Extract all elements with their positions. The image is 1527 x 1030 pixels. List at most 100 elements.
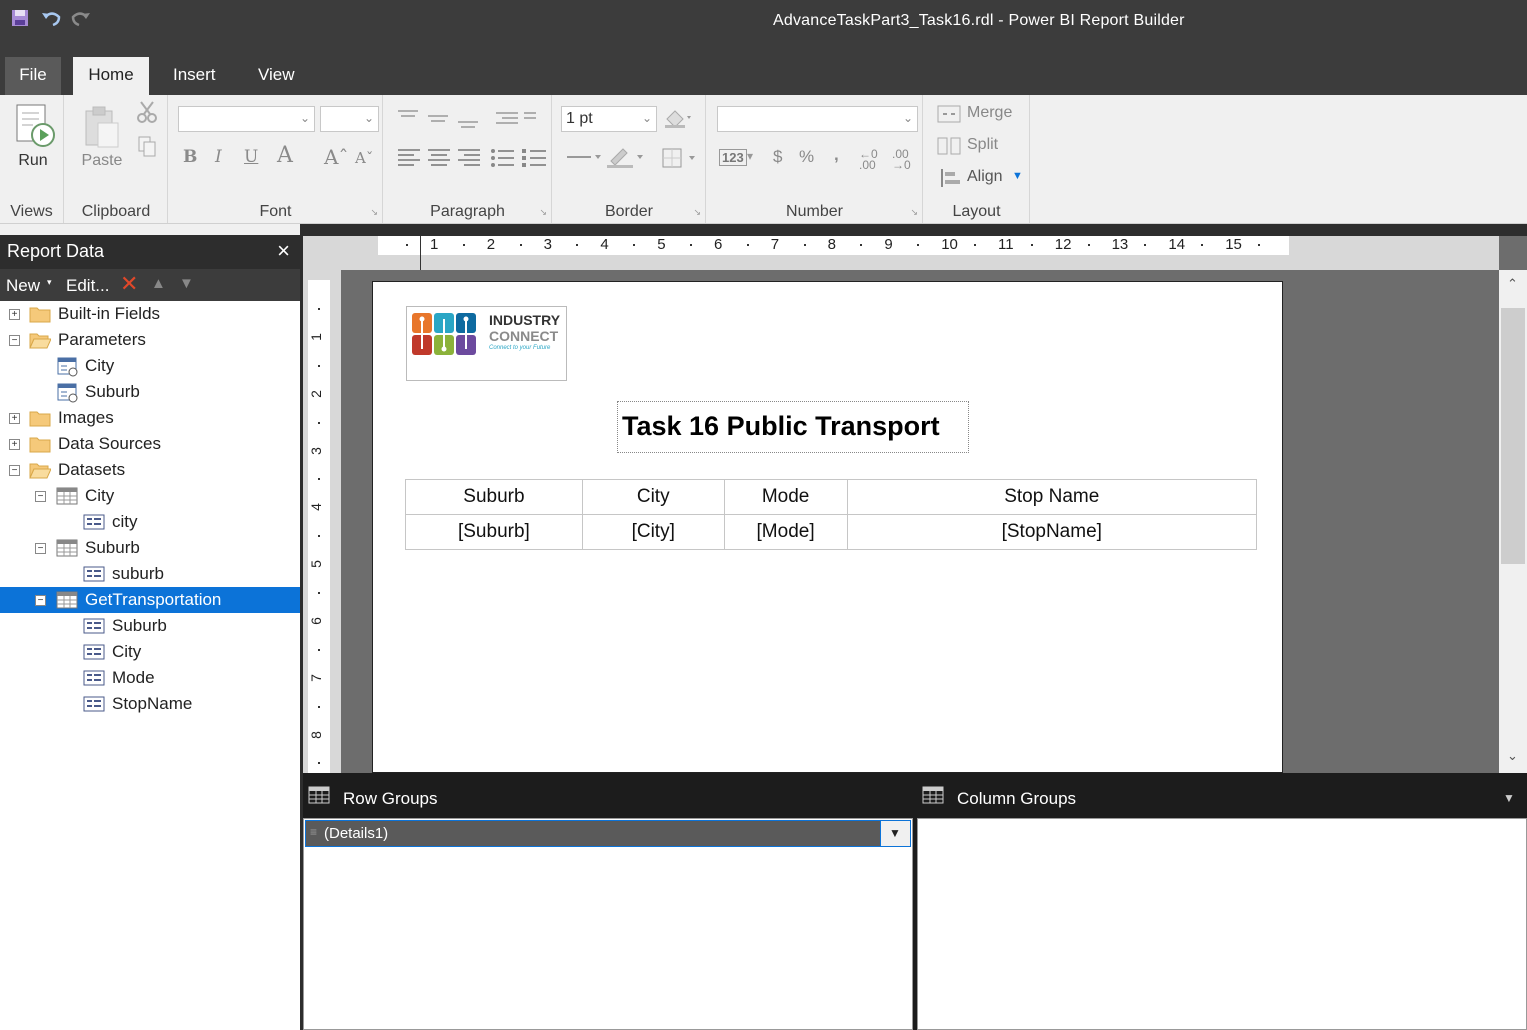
dialog-launcher-icon[interactable]: ↘	[693, 207, 701, 218]
tree-item-data-sources[interactable]: + Data Sources	[0, 431, 300, 457]
collapse-icon[interactable]: −	[35, 491, 46, 502]
border-icon[interactable]	[661, 147, 701, 174]
table-header-cell[interactable]: Stop Name	[846, 479, 1258, 515]
collapse-icon[interactable]: −	[9, 335, 20, 346]
tree-item-dataset-gettransportation[interactable]: − GetTransportation	[0, 587, 300, 613]
tree-item-field-city[interactable]: city	[0, 509, 300, 535]
title-bar: AdvanceTaskPart3_Task16.rdl - Power BI R…	[0, 0, 1527, 44]
percent-icon[interactable]: %	[799, 147, 814, 167]
comma-icon[interactable]: ,	[834, 145, 839, 165]
tree-item-parameters[interactable]: − Parameters	[0, 327, 300, 353]
tree-item-field-suburb[interactable]: suburb	[0, 561, 300, 587]
expand-icon[interactable]: +	[9, 439, 20, 450]
tree-item-field-suburb[interactable]: Suburb	[0, 613, 300, 639]
tree-item-parameter-city[interactable]: City	[0, 353, 300, 379]
tree-item-field-city[interactable]: City	[0, 639, 300, 665]
paste-button[interactable]: Paste	[77, 103, 127, 170]
bold-icon[interactable]: B	[183, 147, 197, 167]
expand-icon[interactable]: +	[9, 413, 20, 424]
align-icon	[941, 169, 960, 187]
vertical-scrollbar[interactable]: ⌃ ⌄	[1499, 270, 1527, 773]
table-field-cell[interactable]: [City]	[581, 514, 725, 550]
tree-item-label: Suburb	[85, 382, 140, 401]
scroll-down-icon[interactable]: ⌄	[1507, 748, 1518, 764]
run-icon	[16, 104, 55, 147]
report-title-textbox[interactable]: Task 16 Public Transport	[617, 401, 969, 453]
shrink-font-icon[interactable]: Aˇ	[355, 149, 373, 167]
move-down-icon[interactable]: ▼	[179, 275, 194, 292]
collapse-icon[interactable]: −	[35, 595, 46, 606]
move-up-icon[interactable]: ▲	[151, 275, 166, 292]
table-header-cell[interactable]: Suburb	[405, 479, 583, 515]
align-button[interactable]: Align ▼	[939, 168, 1023, 193]
dialog-launcher-icon[interactable]: ↘	[910, 207, 918, 218]
row-group-details[interactable]: ≡ (Details1) ▼	[305, 820, 911, 847]
text-align-icons[interactable]	[396, 147, 546, 169]
vertical-align-icons[interactable]	[396, 109, 536, 129]
table-header-cell[interactable]: City	[581, 479, 725, 515]
font-family-combo[interactable]: ⌄	[178, 106, 315, 132]
scroll-up-icon[interactable]: ⌃	[1507, 276, 1518, 292]
report-data-header: Report Data ×	[0, 235, 300, 269]
border-color-icon[interactable]	[605, 145, 645, 174]
tab-file[interactable]: File	[5, 57, 61, 95]
undo-icon[interactable]	[40, 8, 61, 28]
tab-home[interactable]: Home	[73, 57, 149, 95]
dialog-launcher-icon[interactable]: ↘	[539, 207, 547, 218]
scrollbar-thumb[interactable]	[1501, 308, 1525, 564]
drag-handle-icon[interactable]: ≡	[310, 825, 317, 839]
tree-item-images[interactable]: + Images	[0, 405, 300, 431]
fill-color-icon[interactable]	[663, 107, 693, 134]
tree-item-field-mode[interactable]: Mode	[0, 665, 300, 691]
table-field-cell[interactable]: [Suburb]	[405, 514, 583, 550]
table-header-cell[interactable]: Mode	[723, 479, 848, 515]
redo-icon[interactable]	[70, 8, 90, 28]
new-button[interactable]: New	[6, 276, 40, 296]
dialog-launcher-icon[interactable]: ↘	[370, 207, 378, 218]
folder-icon	[29, 307, 51, 323]
tree-item-dataset-city[interactable]: − City	[0, 483, 300, 509]
grouping-mode-chevron-icon[interactable]: ▼	[1503, 791, 1515, 805]
table-field-cell[interactable]: [StopName]	[846, 514, 1258, 550]
tab-insert[interactable]: Insert	[158, 57, 231, 95]
table-field-cell[interactable]: [Mode]	[723, 514, 848, 550]
edit-button[interactable]: Edit...	[66, 276, 109, 296]
increase-decimal-icon[interactable]: ←0.00	[859, 148, 878, 171]
ruler-number: 13	[1111, 236, 1129, 253]
decrease-decimal-icon[interactable]: .00 →0	[892, 148, 911, 171]
merge-button[interactable]: Merge	[937, 104, 1012, 129]
number-format-combo[interactable]: ⌄	[717, 106, 918, 132]
copy-icon[interactable]	[137, 135, 157, 162]
close-icon[interactable]: ×	[277, 238, 290, 264]
tab-view[interactable]: View	[243, 57, 310, 95]
border-width-combo[interactable]: 1 pt ⌄	[561, 106, 657, 132]
expand-icon[interactable]: +	[9, 309, 20, 320]
italic-icon[interactable]: I	[215, 147, 222, 167]
tree-item-label: Suburb	[112, 616, 167, 635]
font-group-label: Font	[259, 203, 292, 220]
font-size-combo[interactable]: ⌄	[320, 106, 379, 132]
tree-item-field-stopname[interactable]: StopName	[0, 691, 300, 717]
save-icon[interactable]	[10, 8, 30, 28]
currency-icon[interactable]: $	[773, 147, 782, 167]
collapse-icon[interactable]: −	[9, 465, 20, 476]
tree-item-dataset-suburb[interactable]: − Suburb	[0, 535, 300, 561]
underline-icon[interactable]: U	[244, 147, 258, 167]
report-table[interactable]: Suburb City Mode Stop Name [Suburb] [Cit…	[405, 479, 1258, 550]
ruler-number: 1	[430, 236, 439, 253]
run-button[interactable]: Run	[8, 103, 58, 170]
delete-icon[interactable]: ✕	[120, 271, 138, 297]
logo-image[interactable]: INDUSTRY CONNECT Connect to your Future	[406, 306, 567, 381]
grow-font-icon[interactable]: Aˆ	[324, 145, 348, 169]
tree-item-datasets[interactable]: − Datasets	[0, 457, 300, 483]
placeholder-icon[interactable]: 123	[719, 149, 747, 166]
collapse-icon[interactable]: −	[35, 543, 46, 554]
row-group-dropdown-button[interactable]: ▼	[880, 821, 910, 846]
split-button[interactable]: Split	[937, 136, 998, 161]
tree-item-built-in-fields[interactable]: + Built-in Fields	[0, 301, 300, 327]
font-color-icon[interactable]: A	[277, 143, 293, 168]
cut-icon[interactable]	[137, 101, 157, 128]
tree-item-parameter-suburb[interactable]: Suburb	[0, 379, 300, 405]
border-style-icon[interactable]	[565, 147, 605, 172]
ruler-tick	[318, 592, 320, 594]
